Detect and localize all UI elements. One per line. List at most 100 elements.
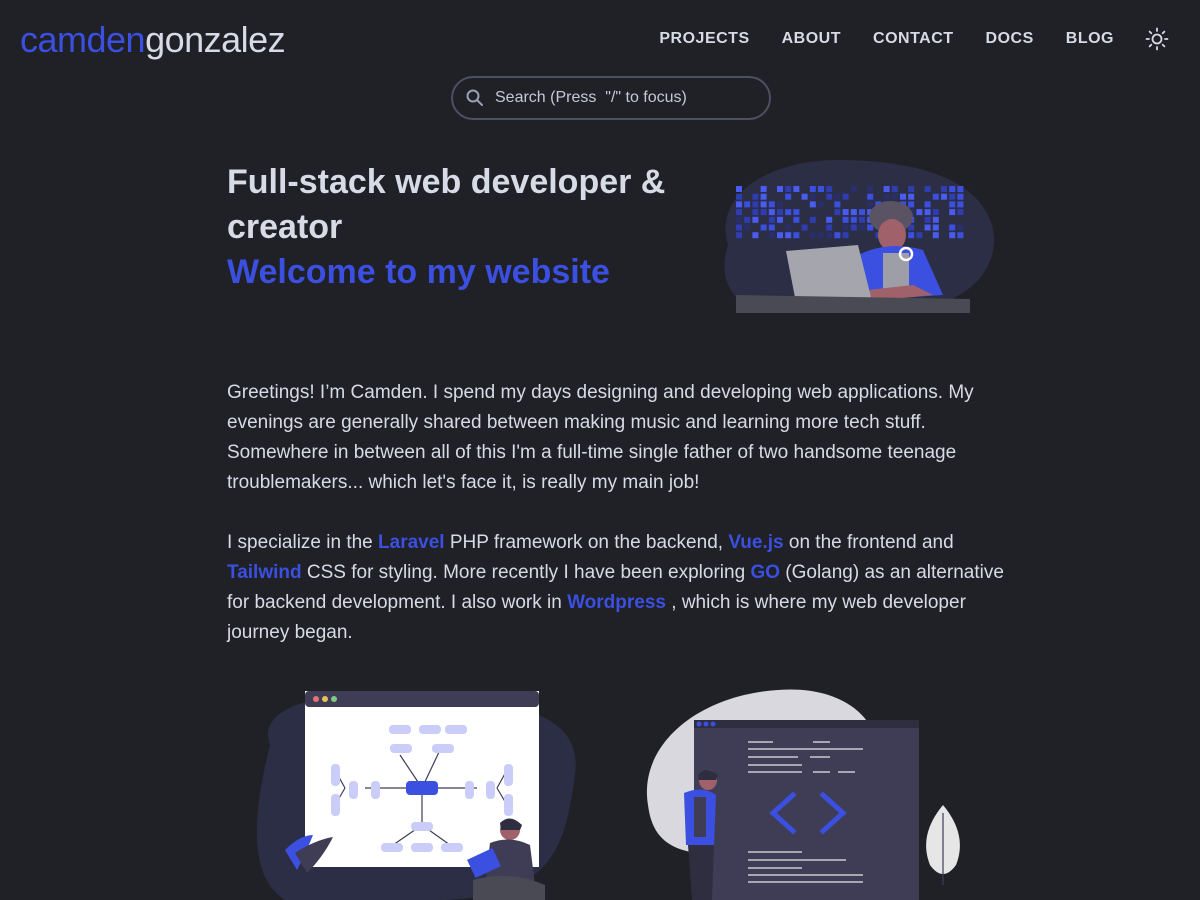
pixel-cell	[957, 186, 964, 192]
pixel-cell	[777, 232, 783, 239]
pixel-cell	[809, 232, 816, 239]
pixel-cell	[809, 201, 816, 208]
pixel-cell	[949, 193, 956, 200]
developer-illustration	[724, 160, 995, 313]
wordpress-link[interactable]: Wordpress	[567, 592, 666, 613]
leaf-plant	[926, 805, 960, 885]
pixel-cell	[752, 216, 759, 223]
theme-toggle-button[interactable]	[1144, 26, 1170, 52]
pixel-cell	[793, 186, 800, 192]
pixel-cell	[834, 193, 841, 200]
pixel-cell	[916, 232, 923, 239]
pixel-cell	[826, 186, 833, 192]
pixel-cell	[793, 216, 800, 223]
pixel-cell	[809, 193, 816, 200]
nav-docs[interactable]: DOCS	[986, 30, 1034, 48]
pixel-cell	[785, 209, 792, 216]
pixel-cell	[760, 201, 767, 208]
nav-contact[interactable]: CONTACT	[873, 30, 954, 48]
sun-icon	[1145, 27, 1169, 51]
pixel-cell	[818, 186, 824, 192]
pixel-cell	[949, 224, 956, 231]
pixel-cell	[842, 232, 849, 239]
site-logo[interactable]: camdengonzalez	[20, 19, 286, 61]
pixel-cell	[777, 186, 783, 192]
pixel-cell	[793, 209, 800, 216]
pixel-cell	[941, 186, 947, 192]
window-dot-yellow	[322, 696, 328, 702]
pixel-cell	[801, 193, 808, 200]
pixel-cell	[924, 186, 931, 192]
pixel-cell	[801, 224, 808, 231]
pixel-cell	[744, 201, 751, 208]
pixel-cell	[867, 186, 874, 192]
pixel-cell	[760, 193, 767, 200]
nav-blog[interactable]: BLOG	[1066, 30, 1114, 48]
pixel-cell	[916, 209, 923, 216]
go-link[interactable]: GO	[750, 562, 780, 583]
pixel-cell	[891, 186, 898, 192]
pixel-cell	[768, 209, 775, 216]
pixel-cell	[957, 224, 964, 231]
pixel-cell	[908, 232, 915, 239]
pixel-cell	[842, 216, 849, 223]
pixel-cell	[842, 224, 849, 231]
pixel-cell	[768, 224, 775, 231]
nav-projects[interactable]: PROJECTS	[659, 30, 749, 48]
pixel-cell	[900, 193, 906, 200]
pixel-cell	[842, 209, 849, 216]
search-box[interactable]	[451, 76, 771, 120]
code-dot-3	[710, 721, 716, 727]
planning-illustration	[256, 691, 576, 900]
pixel-cell	[932, 224, 939, 231]
pixel-cell	[932, 209, 939, 216]
pixel-cell	[859, 216, 865, 223]
pixel-cell	[867, 201, 874, 208]
pixel-cell	[924, 224, 931, 231]
pixel-cell	[826, 224, 833, 231]
pixel-cell	[834, 209, 841, 216]
pixel-cell	[949, 201, 956, 208]
pixel-cell	[859, 209, 865, 216]
pixel-cell	[760, 224, 767, 231]
pixel-cell	[736, 201, 742, 208]
window-dot-green	[331, 696, 337, 702]
pixel-cell	[883, 193, 890, 200]
search-input[interactable]	[495, 89, 745, 107]
pixel-cell	[768, 201, 775, 208]
pixel-cell	[744, 216, 751, 223]
intro-text: Greetings! I’m Camden. I spend my days d…	[227, 378, 1007, 678]
pixel-cell	[744, 224, 751, 231]
pixel-cell	[785, 193, 792, 200]
pixel-cell	[957, 201, 964, 208]
pixel-cell	[891, 193, 898, 200]
pixel-cell	[826, 193, 833, 200]
logo-first-name: camden	[20, 19, 146, 60]
pixel-cell	[834, 201, 841, 208]
nav-about[interactable]: ABOUT	[782, 30, 841, 48]
pixel-cell	[818, 232, 824, 239]
tailwind-link[interactable]: Tailwind	[227, 562, 302, 583]
pixel-cell	[941, 193, 947, 200]
pixel-cell	[736, 216, 742, 223]
pixel-cell	[752, 232, 759, 239]
pixel-cell	[736, 224, 742, 231]
vue-link[interactable]: Vue.js	[728, 532, 783, 553]
main-nav: PROJECTS ABOUT CONTACT DOCS BLOG	[627, 26, 1170, 52]
hero-subtitle: Welcome to my website	[227, 253, 610, 291]
pixel-cell	[834, 232, 841, 239]
pixel-cell	[809, 216, 816, 223]
laravel-link[interactable]: Laravel	[378, 532, 445, 553]
p2-text-a: I specialize in the	[227, 532, 379, 553]
pixel-cell	[957, 193, 964, 200]
p2-text-b: PHP framework on the backend,	[444, 532, 729, 553]
pixel-cell	[760, 186, 767, 192]
coding-illustration	[646, 689, 960, 900]
pixel-cell	[809, 186, 816, 192]
pixel-cell	[957, 232, 964, 239]
pixel-cell	[777, 216, 783, 223]
code-window	[694, 720, 919, 900]
code-dot-1	[696, 721, 702, 727]
pixel-cell	[777, 209, 783, 216]
pixel-cell	[949, 186, 956, 192]
